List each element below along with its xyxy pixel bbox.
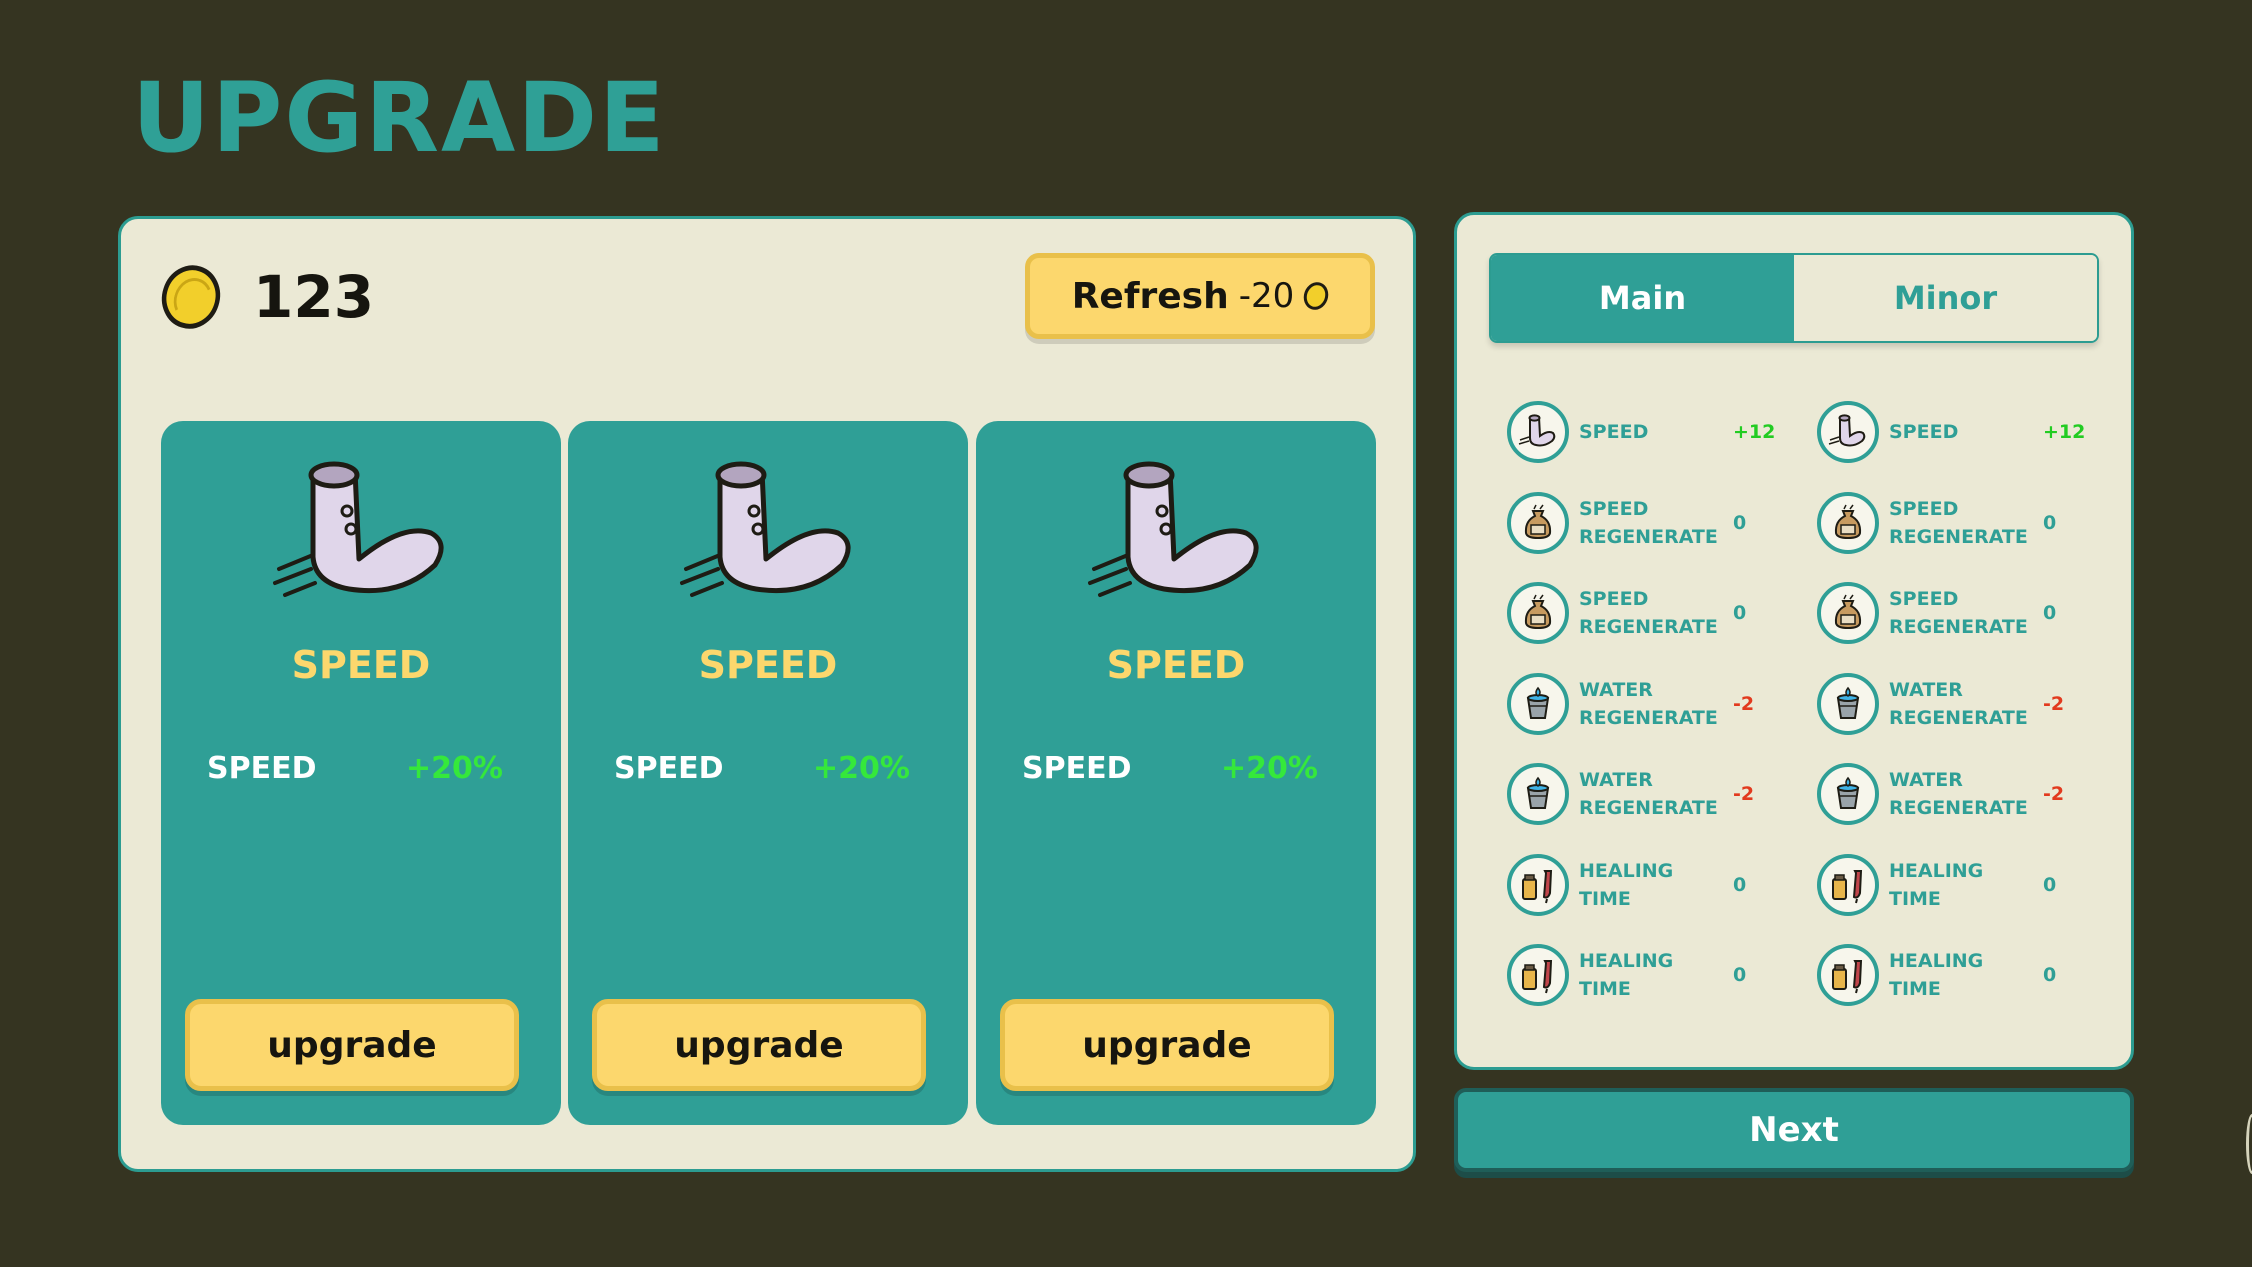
upgrade-panel: 123 Refresh -20 SPEED SPEED +20% upgrade… <box>118 216 1416 1172</box>
sock-icon <box>1817 401 1879 464</box>
page-title: UPGRADE <box>132 62 667 174</box>
stat-row: WATER REGENERATE -2 <box>1817 749 2097 840</box>
stat-name: SPEED <box>1579 421 1649 444</box>
card-stat-value: +20% <box>406 751 503 786</box>
card-stat-value: +20% <box>1221 751 1318 786</box>
stat-value: -2 <box>1733 692 1755 715</box>
refresh-label: Refresh <box>1071 275 1229 317</box>
tab-minor[interactable]: Minor <box>1794 255 2097 341</box>
upgrade-card[interactable]: SPEED SPEED +20% upgrade <box>976 421 1376 1125</box>
stat-name: WATER REGENERATE <box>1889 769 2028 820</box>
stat-value: 0 <box>2043 873 2057 896</box>
stat-name: SPEED REGENERATE <box>1889 497 2028 548</box>
upgrade-button[interactable]: upgrade <box>185 999 519 1091</box>
water-bucket-icon <box>1507 672 1569 735</box>
card-stat-label: SPEED <box>1022 751 1132 786</box>
stat-name: WATER REGENERATE <box>1579 769 1718 820</box>
stat-value: 0 <box>1733 964 1747 987</box>
upgrade-button[interactable]: upgrade <box>592 999 926 1091</box>
stat-name: SPEED REGENERATE <box>1889 588 2028 639</box>
sock-icon <box>1088 461 1259 597</box>
food-bag-icon <box>1817 491 1879 554</box>
stats-panel: Main Minor SPEED +12 SPEED +12 SPEED REGENER… <box>1454 212 2134 1070</box>
stat-name: HEALING TIME <box>1889 859 1984 910</box>
next-button[interactable]: Next <box>1454 1088 2134 1172</box>
food-bag-icon <box>1817 582 1879 645</box>
card-stat-value: +20% <box>813 751 910 786</box>
stat-value: -2 <box>2043 692 2065 715</box>
upgrade-card[interactable]: SPEED SPEED +20% upgrade <box>161 421 561 1125</box>
stat-value: 0 <box>2043 964 2057 987</box>
stat-name: HEALING TIME <box>1579 859 1674 910</box>
stat-row: WATER REGENERATE -2 <box>1507 749 1817 840</box>
food-bag-icon <box>1507 491 1569 554</box>
refresh-cost: -20 <box>1238 276 1295 316</box>
stat-row: WATER REGENERATE -2 <box>1507 659 1817 750</box>
card-stat-label: SPEED <box>207 751 317 786</box>
coin-count: 123 <box>253 263 375 331</box>
stat-row: HEALING TIME 0 <box>1817 930 2097 1021</box>
stat-name: SPEED REGENERATE <box>1579 497 1718 548</box>
card-title: SPEED <box>698 643 838 687</box>
stat-row: HEALING TIME 0 <box>1817 840 2097 931</box>
card-title: SPEED <box>291 643 431 687</box>
sock-icon <box>1507 401 1569 464</box>
stat-value: -2 <box>1733 783 1755 806</box>
stat-value: 0 <box>2043 511 2057 534</box>
medicine-icon <box>1507 944 1569 1007</box>
stat-row: WATER REGENERATE -2 <box>1817 659 2097 750</box>
stats-tabs: Main Minor <box>1489 253 2099 343</box>
upgrade-button[interactable]: upgrade <box>1000 999 1334 1091</box>
water-bucket-icon <box>1817 672 1879 735</box>
stat-name: SPEED REGENERATE <box>1579 588 1718 639</box>
sock-icon <box>273 461 444 597</box>
coin-icon <box>1300 278 1333 314</box>
stat-row: SPEED REGENERATE 0 <box>1817 478 2097 569</box>
coin-icon <box>153 257 229 337</box>
food-bag-icon <box>1507 582 1569 645</box>
stat-row: SPEED +12 <box>1507 387 1817 478</box>
stat-value: 0 <box>1733 873 1747 896</box>
tab-main[interactable]: Main <box>1491 255 1794 341</box>
medicine-icon <box>1507 853 1569 916</box>
stat-row: HEALING TIME 0 <box>1507 840 1817 931</box>
card-stat-label: SPEED <box>614 751 724 786</box>
stat-row: SPEED REGENERATE 0 <box>1817 568 2097 659</box>
stat-row: SPEED +12 <box>1817 387 2097 478</box>
stats-list: SPEED +12 SPEED +12 SPEED REGENERATE 0 SPEED R… <box>1507 387 2097 1021</box>
upgrade-card[interactable]: SPEED SPEED +20% upgrade <box>568 421 968 1125</box>
card-title: SPEED <box>1106 643 1246 687</box>
stat-value: +12 <box>1733 421 1776 444</box>
stat-value: -2 <box>2043 783 2065 806</box>
stat-name: SPEED <box>1889 421 1959 444</box>
water-bucket-icon <box>1817 763 1879 826</box>
medicine-icon <box>1817 944 1879 1007</box>
stat-row: HEALING TIME 0 <box>1507 930 1817 1021</box>
stat-row: SPEED REGENERATE 0 <box>1507 478 1817 569</box>
medicine-icon <box>1817 853 1879 916</box>
stat-row: SPEED REGENERATE 0 <box>1507 568 1817 659</box>
stat-name: WATER REGENERATE <box>1579 678 1718 729</box>
stat-value: 0 <box>1733 511 1747 534</box>
stat-value: 0 <box>2043 602 2057 625</box>
stat-name: HEALING TIME <box>1889 950 1984 1001</box>
water-bucket-icon <box>1507 763 1569 826</box>
stat-value: +12 <box>2043 421 2086 444</box>
stat-name: HEALING TIME <box>1579 950 1674 1001</box>
edge-ring-icon <box>2246 1114 2252 1174</box>
refresh-button[interactable]: Refresh -20 <box>1025 253 1375 339</box>
stat-name: WATER REGENERATE <box>1889 678 2028 729</box>
sock-icon <box>680 461 851 597</box>
stat-value: 0 <box>1733 602 1747 625</box>
